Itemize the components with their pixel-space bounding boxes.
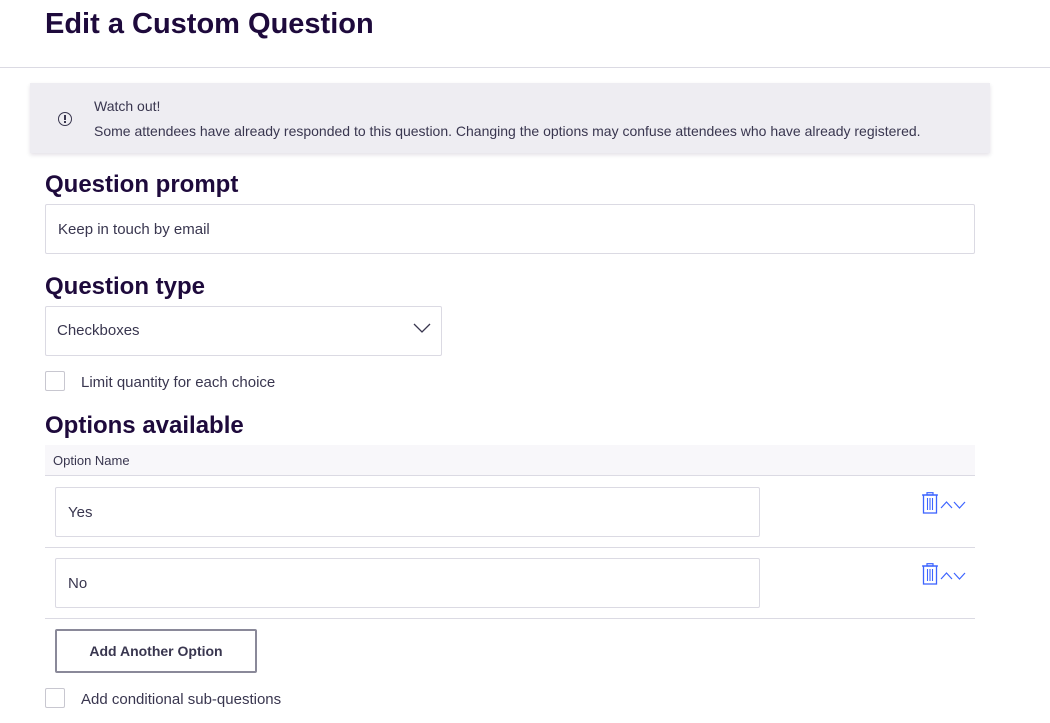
- options-table-header: Option Name: [45, 445, 975, 476]
- question-prompt-input[interactable]: [45, 204, 975, 254]
- move-up-chevron-icon[interactable]: [940, 571, 953, 581]
- option-name-column-header: Option Name: [53, 453, 130, 468]
- question-type-selected-value: Checkboxes: [57, 322, 140, 339]
- conditional-subquestions-checkbox[interactable]: [45, 688, 65, 708]
- option-row: [45, 548, 975, 619]
- add-another-option-button[interactable]: Add Another Option: [55, 629, 257, 673]
- conditional-subquestions-label: Add conditional sub-questions: [81, 691, 282, 708]
- page-title: Edit a Custom Question: [45, 8, 374, 40]
- question-type-select[interactable]: Checkboxes: [45, 306, 442, 356]
- option-name-input[interactable]: [55, 558, 760, 608]
- question-type-heading: Question type: [45, 273, 206, 300]
- limit-quantity-checkbox[interactable]: [45, 371, 65, 391]
- question-prompt-heading: Question prompt: [45, 171, 239, 198]
- move-up-chevron-icon[interactable]: [940, 500, 953, 510]
- option-row-actions: [921, 492, 967, 516]
- alert-title: Watch out!: [94, 98, 161, 114]
- trash-icon[interactable]: [921, 563, 939, 585]
- chevron-down-icon: [413, 323, 431, 333]
- edit-custom-question-page: Edit a Custom Question Watch out! Some a…: [0, 0, 1050, 723]
- trash-icon[interactable]: [921, 492, 939, 514]
- move-down-chevron-icon[interactable]: [953, 571, 966, 581]
- info-circle-icon: [58, 112, 72, 126]
- move-down-chevron-icon[interactable]: [953, 500, 966, 510]
- options-available-heading: Options available: [45, 412, 244, 439]
- option-name-input[interactable]: [55, 487, 760, 537]
- option-row-actions: [921, 563, 967, 587]
- warning-alert: Watch out! Some attendees have already r…: [30, 83, 990, 153]
- limit-quantity-label: Limit quantity for each choice: [81, 374, 276, 391]
- option-row: [45, 477, 975, 548]
- alert-message: Some attendees have already responded to…: [94, 123, 921, 139]
- title-divider: [0, 67, 1050, 68]
